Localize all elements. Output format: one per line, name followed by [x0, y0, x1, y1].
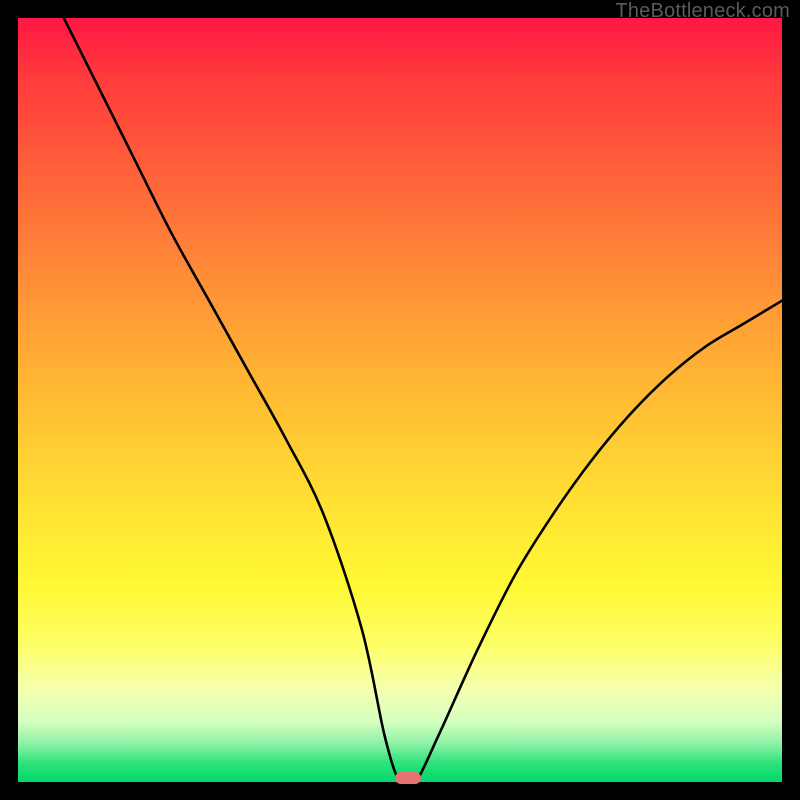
bottleneck-curve: [18, 18, 782, 782]
optimal-marker: [395, 772, 421, 784]
plot-area: [18, 18, 782, 782]
chart-frame: TheBottleneck.com: [0, 0, 800, 800]
